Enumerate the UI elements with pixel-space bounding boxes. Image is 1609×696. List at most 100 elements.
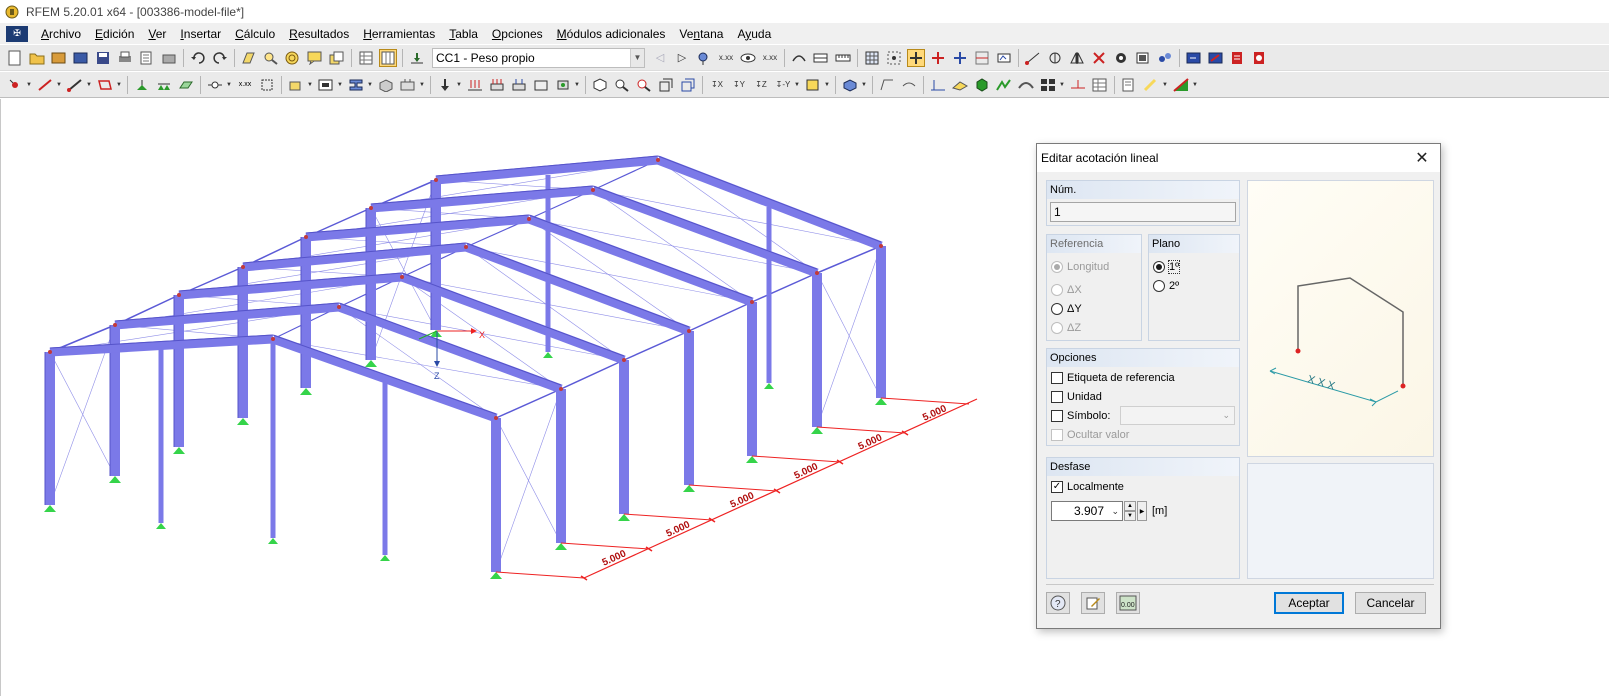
help-topic-icon[interactable] xyxy=(1251,49,1269,67)
view-wire-icon[interactable] xyxy=(679,76,697,94)
menu-item-9[interactable]: Módulos adicionales xyxy=(550,27,673,41)
units-button[interactable]: 0.00 xyxy=(1116,592,1140,614)
rafter-right[interactable] xyxy=(464,242,691,336)
hinge-icon[interactable] xyxy=(206,76,224,94)
section-cut-icon[interactable] xyxy=(1069,76,1087,94)
navigator-icon[interactable] xyxy=(379,48,397,67)
node-point[interactable] xyxy=(434,178,438,182)
view-y-icon[interactable]: ↧Y xyxy=(730,76,748,94)
ref-dz-option[interactable]: ΔZ xyxy=(1051,320,1081,336)
node-point[interactable] xyxy=(750,300,754,304)
simbolo-dropdown[interactable]: ⌄ xyxy=(1120,406,1235,425)
comment-icon[interactable] xyxy=(306,49,324,67)
node-point[interactable] xyxy=(559,387,563,391)
node-point[interactable] xyxy=(591,188,595,192)
unidad-checkbox[interactable] xyxy=(1051,391,1063,403)
deformation-icon[interactable] xyxy=(1017,76,1035,94)
menu-item-6[interactable]: Herramientas xyxy=(356,27,442,41)
node-point[interactable] xyxy=(177,293,181,297)
color-scale-icon[interactable] xyxy=(1142,76,1160,94)
table-icon[interactable] xyxy=(357,49,375,67)
new-line-icon[interactable] xyxy=(36,76,54,94)
new-node-icon[interactable] xyxy=(6,76,24,94)
view-iso-icon[interactable] xyxy=(591,76,609,94)
node-point[interactable] xyxy=(48,350,52,354)
node-point[interactable] xyxy=(113,323,117,327)
node-point[interactable] xyxy=(304,235,308,239)
section-view-icon[interactable] xyxy=(812,49,830,67)
node-point[interactable] xyxy=(687,329,691,333)
menu-item-2[interactable]: Ver xyxy=(141,27,173,41)
view-neg-y-icon[interactable]: ↧-Y xyxy=(774,76,792,94)
guide-lines-icon[interactable] xyxy=(973,49,991,67)
target-icon[interactable] xyxy=(284,49,302,67)
open-folder-icon[interactable] xyxy=(28,49,46,67)
open-project-icon[interactable] xyxy=(50,49,68,67)
menu-item-3[interactable]: Insertar xyxy=(173,27,228,41)
menu-item-5[interactable]: Resultados xyxy=(282,27,356,41)
node-point[interactable] xyxy=(656,158,660,162)
num-field[interactable]: 1 xyxy=(1050,202,1236,222)
plane-icon[interactable] xyxy=(951,76,969,94)
rotate-icon[interactable] xyxy=(1046,49,1064,67)
ocultar-valor-checkbox[interactable] xyxy=(1051,429,1063,441)
plano-1-option[interactable]: 1º xyxy=(1153,259,1181,275)
mirror-icon[interactable] xyxy=(1068,49,1086,67)
node-point[interactable] xyxy=(241,265,245,269)
color-palette-icon[interactable] xyxy=(1172,76,1190,94)
result-table-icon[interactable] xyxy=(1091,76,1109,94)
offset-spinner[interactable]: 3.907 ⌄ ▲ ▼ ▶ [m] xyxy=(1051,501,1167,521)
node-point[interactable] xyxy=(369,206,373,210)
rafter-right[interactable] xyxy=(527,214,754,307)
zoom-window-icon[interactable] xyxy=(613,76,631,94)
render-icon[interactable] xyxy=(1112,49,1130,67)
member-display-icon[interactable] xyxy=(900,76,918,94)
view-z-icon[interactable]: ↧Z xyxy=(752,76,770,94)
load-surface-icon[interactable] xyxy=(488,76,506,94)
plano-2-option[interactable]: 2º xyxy=(1153,278,1179,294)
surface-display-icon[interactable] xyxy=(929,76,947,94)
aceptar-button[interactable]: Aceptar xyxy=(1274,592,1344,614)
ref-dx-radio[interactable] xyxy=(1051,284,1063,296)
simbolo-option[interactable]: Símbolo: xyxy=(1051,408,1110,424)
line-nodes-icon[interactable] xyxy=(1024,49,1042,67)
result-values-icon[interactable]: x.xx xyxy=(717,49,735,67)
help-button[interactable]: ? xyxy=(1046,592,1070,614)
plano-2-radio[interactable] xyxy=(1153,280,1165,292)
opening-icon[interactable] xyxy=(317,76,335,94)
printout-report-icon[interactable] xyxy=(138,49,156,67)
offset-value-field[interactable]: 3.907 ⌄ xyxy=(1051,501,1123,521)
localmente-checkbox[interactable]: ✓ xyxy=(1051,481,1063,493)
results-display-icon[interactable] xyxy=(695,49,713,67)
localmente-option[interactable]: ✓ Localmente xyxy=(1051,479,1124,495)
animation-icon[interactable] xyxy=(790,49,808,67)
copy-icon[interactable] xyxy=(328,49,346,67)
line-type-icon[interactable] xyxy=(878,76,896,94)
cube-icon[interactable] xyxy=(973,76,991,94)
ref-longitud-radio[interactable] xyxy=(1051,261,1063,273)
pdf-icon[interactable] xyxy=(1229,49,1247,67)
previous-load-case-icon[interactable]: ◁ xyxy=(651,49,669,67)
show-results-icon[interactable] xyxy=(739,49,757,67)
rafter-right[interactable] xyxy=(591,185,819,278)
ref-dy-option[interactable]: ΔY xyxy=(1051,301,1082,317)
pick-value-icon[interactable]: ▶ xyxy=(1137,501,1147,521)
load-imposed-icon[interactable] xyxy=(532,76,550,94)
result-values-toggle-icon[interactable]: x.xx xyxy=(761,49,779,67)
load-member-icon[interactable] xyxy=(466,76,484,94)
ref-longitud-option[interactable]: Longitud xyxy=(1051,259,1109,275)
print-graphic-icon[interactable] xyxy=(160,49,178,67)
report-icon[interactable] xyxy=(1120,76,1138,94)
view-3d-icon[interactable] xyxy=(657,76,675,94)
node-point[interactable] xyxy=(464,245,468,249)
structure-3d-view[interactable]: 5.000 5.000 5.000 5.000 5.000 5.000 X Z xyxy=(1,99,1036,696)
thickness-icon[interactable] xyxy=(399,76,417,94)
rfem-logo-icon[interactable]: ✠ xyxy=(6,25,28,42)
material-icon[interactable] xyxy=(377,76,395,94)
ocultar-valor-option[interactable]: Ocultar valor xyxy=(1051,427,1129,443)
cross-section-icon[interactable] xyxy=(347,76,365,94)
print-icon[interactable] xyxy=(116,49,134,67)
save-icon[interactable] xyxy=(94,49,112,67)
zoom-all-icon[interactable] xyxy=(635,76,653,94)
redo-icon[interactable] xyxy=(211,49,229,67)
